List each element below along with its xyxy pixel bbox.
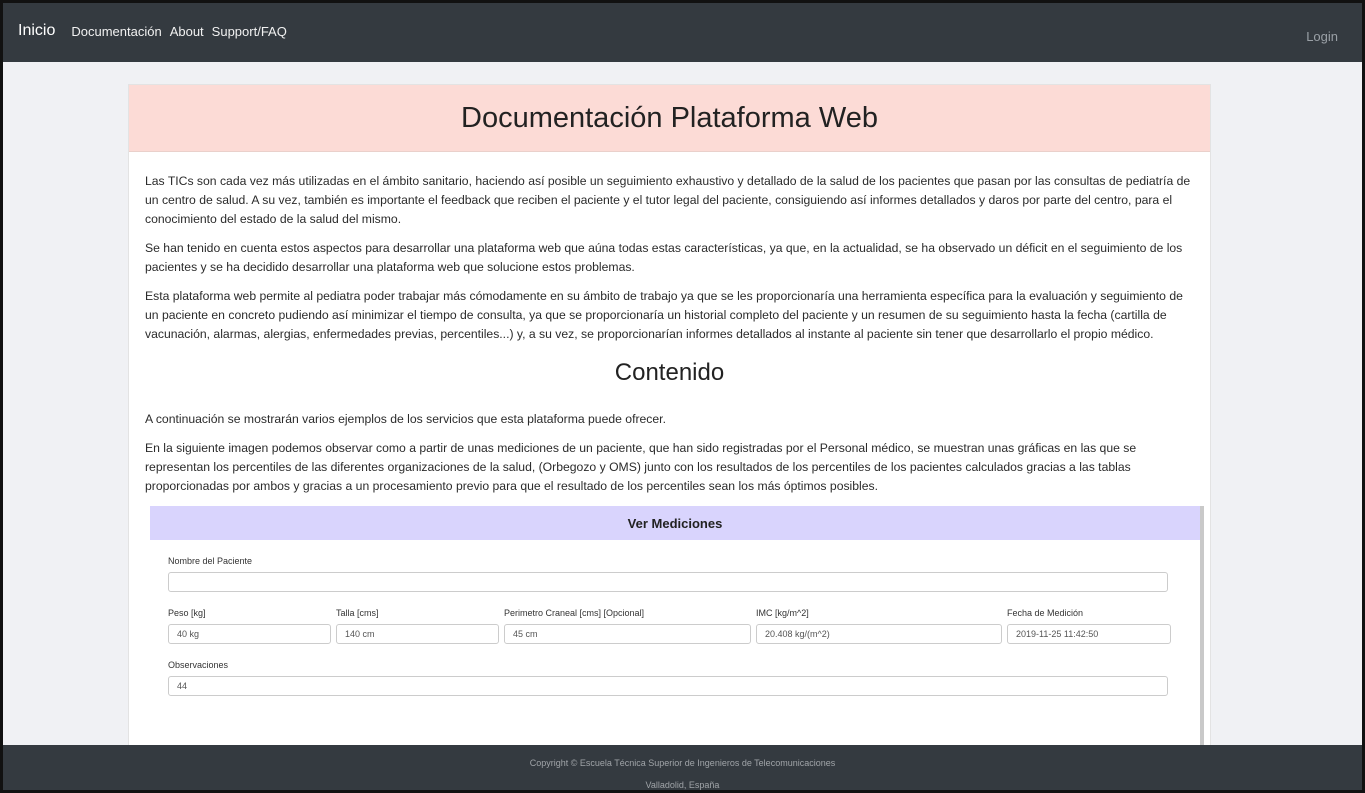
footer-location: Valladolid, España <box>645 780 720 790</box>
bmi-label: IMC [kg/m^2] <box>756 608 809 618</box>
observations-group: Observaciones 44 <box>168 660 1182 696</box>
head-circumference-field[interactable]: 45 cm <box>504 624 751 644</box>
weight-group: Peso [kg] 40 kg <box>168 608 331 644</box>
mediciones-screenshot: Ver Mediciones Nombre del Paciente Peso … <box>150 506 1204 756</box>
login-link[interactable]: Login <box>1306 29 1338 44</box>
height-field[interactable]: 140 cm <box>336 624 499 644</box>
nav-brand-inicio[interactable]: Inicio <box>18 22 55 40</box>
bmi-field[interactable]: 20.408 kg/(m^2) <box>756 624 1002 644</box>
screenshot-title: Ver Mediciones <box>150 506 1200 540</box>
mediciones-form: Nombre del Paciente Peso [kg] 40 kg Tall… <box>150 540 1200 696</box>
patient-name-label: Nombre del Paciente <box>168 556 253 566</box>
intro-paragraph-1: Las TICs son cada vez más utilizadas en … <box>145 174 1191 226</box>
content-paragraph-1: A continuación se mostrarán varios ejemp… <box>145 412 666 426</box>
intro-paragraph-2: Se han tenido en cuenta estos aspectos p… <box>145 241 1183 274</box>
page-title: Documentación Plataforma Web <box>129 85 1210 152</box>
weight-field[interactable]: 40 kg <box>168 624 331 644</box>
head-circumference-label: Perimetro Craneal [cms] [Opcional] <box>504 608 645 618</box>
bmi-group: IMC [kg/m^2] 20.408 kg/(m^2) <box>756 608 1002 644</box>
measurement-date-field[interactable]: 2019-11-25 11:42:50 <box>1007 624 1171 644</box>
measurement-date-group: Fecha de Medición 2019-11-25 11:42:50 <box>1007 608 1171 644</box>
weight-label: Peso [kg] <box>168 608 206 618</box>
measurements-row: Peso [kg] 40 kg Talla [cms] 140 cm Perim… <box>168 608 1182 644</box>
head-circumference-group: Perimetro Craneal [cms] [Opcional] 45 cm <box>504 608 751 644</box>
observations-field[interactable]: 44 <box>168 676 1168 696</box>
patient-name-field[interactable] <box>168 572 1168 592</box>
top-navbar: Inicio Documentación About Support/FAQ L… <box>0 0 1365 62</box>
card-body: Las TICs son cada vez más utilizadas en … <box>129 152 1210 756</box>
nav-link-support-faq[interactable]: Support/FAQ <box>212 24 287 39</box>
measurement-date-label: Fecha de Medición <box>1007 608 1084 618</box>
page-footer: Copyright © Escuela Técnica Superior de … <box>0 745 1365 793</box>
observations-label: Observaciones <box>168 660 229 670</box>
height-label: Talla [cms] <box>336 608 379 618</box>
height-group: Talla [cms] 140 cm <box>336 608 499 644</box>
content-paragraph-2: En la siguiente imagen podemos observar … <box>145 441 1137 493</box>
documentation-card: Documentación Plataforma Web Las TICs so… <box>128 84 1211 784</box>
section-title-contenido: Contenido <box>614 359 725 386</box>
nav-link-about[interactable]: About <box>170 24 204 39</box>
nav-link-documentacion[interactable]: Documentación <box>71 24 161 39</box>
footer-copyright: Copyright © Escuela Técnica Superior de … <box>529 758 836 768</box>
intro-paragraph-3: Esta plataforma web permite al pediatra … <box>145 289 1183 341</box>
